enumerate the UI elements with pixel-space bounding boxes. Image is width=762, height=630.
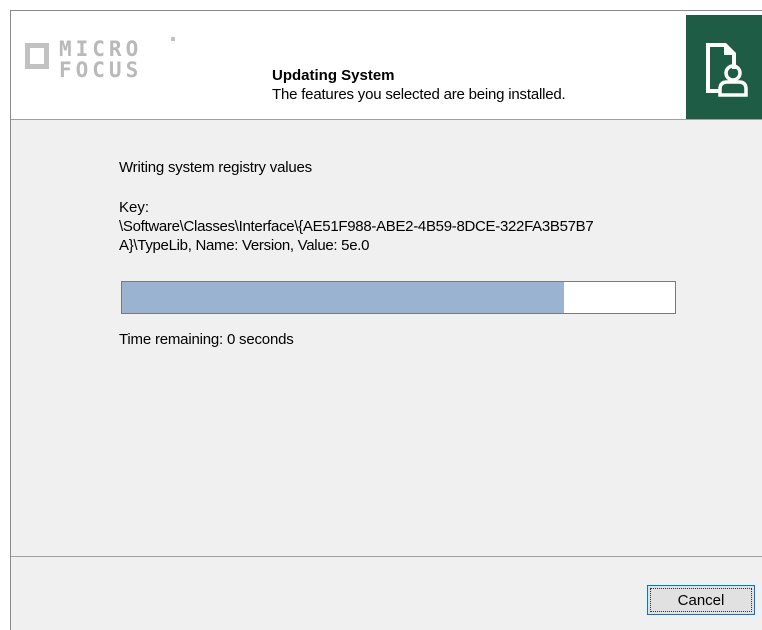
progress-details: Writing system registry values Key: \Sof… xyxy=(119,159,742,255)
status-text: Writing system registry values xyxy=(119,159,312,176)
progress-bar xyxy=(121,281,676,314)
page-title: Updating System xyxy=(272,67,395,84)
logo-mark xyxy=(171,37,175,41)
page-subtitle: The features you selected are being inst… xyxy=(272,86,566,103)
logo-line-2: FOCUS xyxy=(59,58,143,82)
logo-line-1: MICRO xyxy=(59,37,143,61)
micro-focus-logo: MICRO FOCUS xyxy=(25,33,195,93)
logo-square-icon xyxy=(25,43,49,69)
registry-key-line-1: \Software\Classes\Interface\{AE51F988-AB… xyxy=(119,218,594,235)
header-banner: MICRO FOCUS Updating System The features… xyxy=(11,11,762,120)
cancel-button[interactable]: Cancel xyxy=(647,585,755,615)
installer-window: MICRO FOCUS Updating System The features… xyxy=(10,10,762,630)
header-text: Updating System The features you selecte… xyxy=(272,67,566,105)
footer-divider xyxy=(11,556,762,557)
registry-key-line-2: A}\TypeLib, Name: Version, Value: 5e.0 xyxy=(119,237,370,254)
time-remaining: Time remaining: 0 seconds xyxy=(119,331,294,348)
key-label: Key: xyxy=(119,199,150,216)
progress-bar-fill xyxy=(122,282,565,313)
logo-text: MICRO FOCUS xyxy=(59,39,142,81)
installer-icon-panel xyxy=(686,15,762,119)
installer-icon xyxy=(706,43,748,97)
